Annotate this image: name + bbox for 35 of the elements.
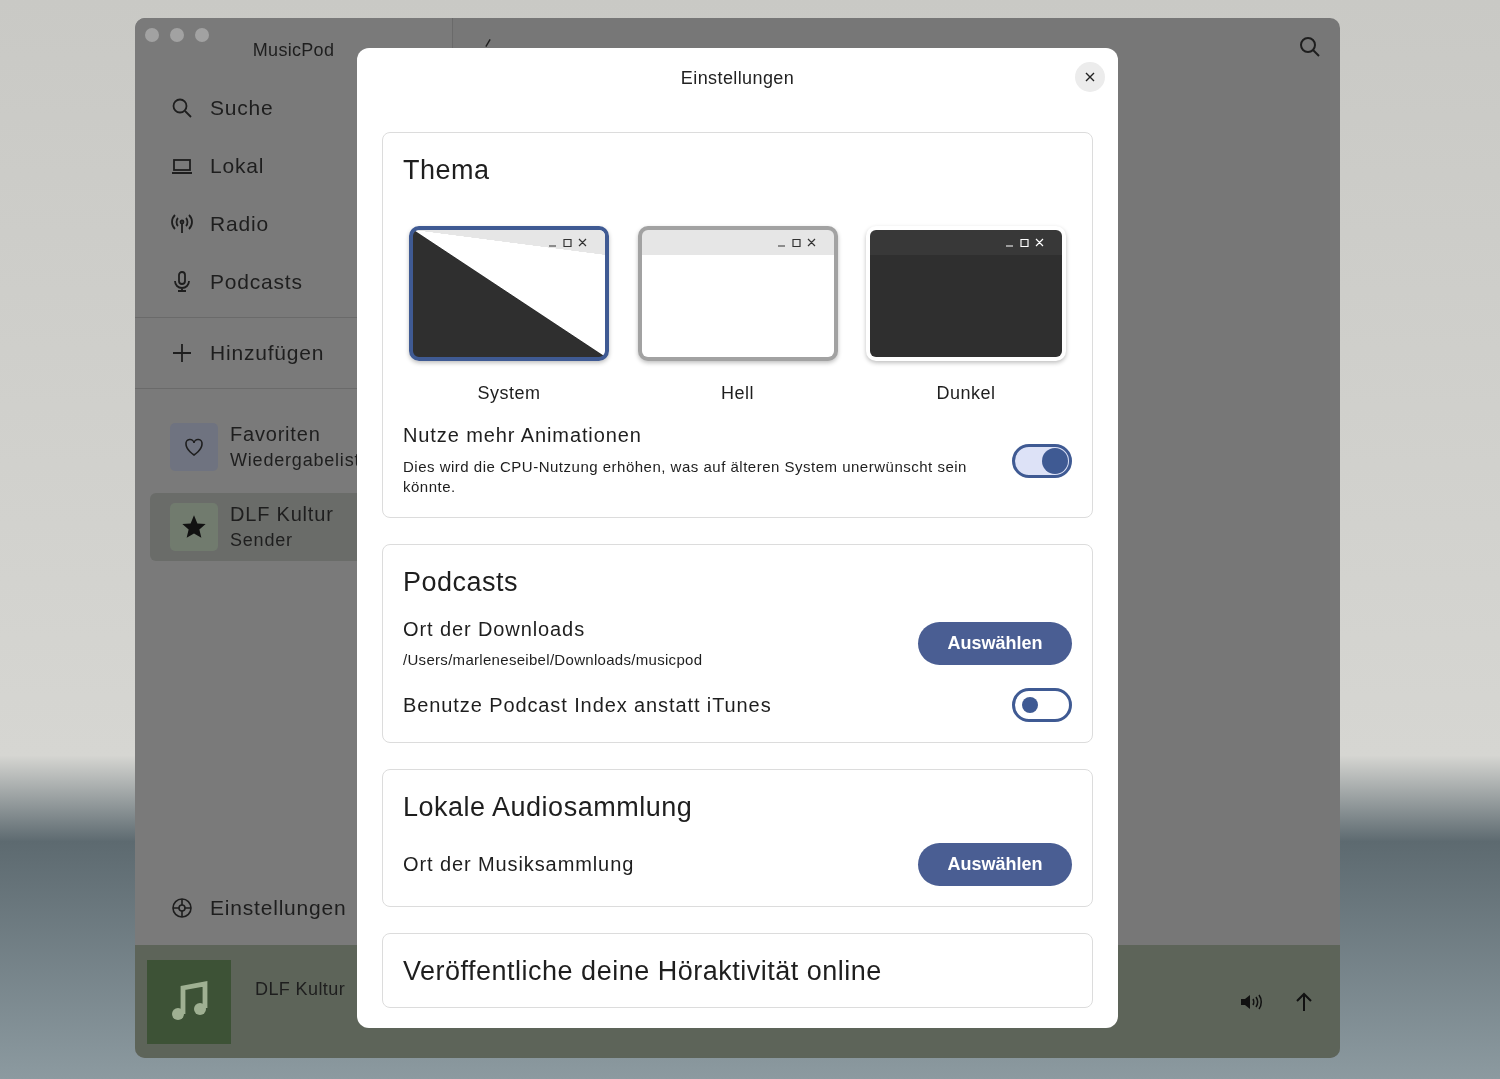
library-item-title: DLF Kultur bbox=[230, 503, 334, 526]
library-item-subtitle: Sender bbox=[230, 530, 294, 551]
setting-label: Ort der Downloads bbox=[403, 618, 587, 641]
close-icon bbox=[1084, 71, 1096, 83]
toggle-switch[interactable] bbox=[1012, 443, 1072, 478]
dialog-title: Einstellungen bbox=[680, 68, 795, 89]
setting-label: Ort der Musiksammlung bbox=[403, 853, 636, 876]
setting-label: Benutze Podcast Index anstatt iTunes bbox=[403, 693, 773, 717]
close-button[interactable] bbox=[1075, 62, 1105, 92]
music-note-icon bbox=[147, 959, 231, 1044]
search-icon[interactable] bbox=[1298, 35, 1322, 59]
library-item-title: Favoriten bbox=[230, 423, 322, 446]
toggle-switch[interactable] bbox=[1012, 688, 1072, 722]
window-title: MusicPod bbox=[251, 40, 336, 61]
choose-button[interactable]: Auswählen bbox=[918, 843, 1072, 886]
track-title: DLF Kultur bbox=[255, 979, 346, 1000]
window-preview[interactable] bbox=[409, 226, 609, 361]
theme-label: Dunkel bbox=[936, 383, 996, 404]
setting-label: Nutze mehr Animationen bbox=[403, 424, 643, 447]
search-icon bbox=[170, 96, 194, 120]
antenna-icon bbox=[170, 212, 194, 236]
choose-button[interactable]: Auswählen bbox=[918, 621, 1072, 665]
theme-label: System bbox=[477, 383, 541, 404]
folder-path: /Users/marleneseibel/Downloads/musicpod bbox=[403, 651, 704, 668]
section-heading: Lokale Audiosammlung bbox=[403, 792, 694, 823]
theme-option[interactable]: Hell bbox=[637, 226, 838, 404]
plus-icon bbox=[170, 341, 194, 365]
theme-option[interactable]: System bbox=[409, 226, 609, 404]
theme-option[interactable]: Dunkel bbox=[866, 226, 1066, 404]
section-heading: Podcasts bbox=[403, 567, 520, 598]
settings-icon bbox=[170, 896, 194, 920]
section-heading: Veröffentliche deine Höraktivität online bbox=[403, 956, 883, 987]
section-heading: Thema bbox=[403, 155, 491, 186]
theme-label: Hell bbox=[721, 383, 754, 404]
library-item-subtitle: Wiedergabelist bbox=[230, 450, 361, 471]
